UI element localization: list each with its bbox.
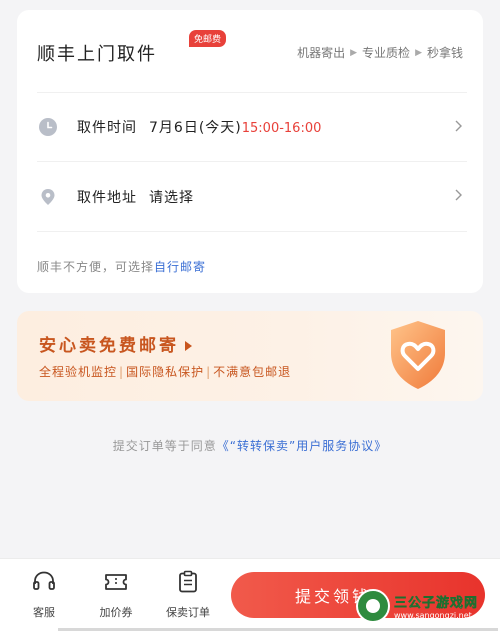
promo-feature: 国际隐私保护 xyxy=(126,365,205,379)
pickup-time-slot: 15:00-16:00 xyxy=(241,121,322,136)
location-pin-icon xyxy=(41,188,55,205)
triangle-right-icon xyxy=(185,341,192,351)
step-label: 机器寄出 xyxy=(297,46,346,60)
headset-icon xyxy=(33,571,55,590)
chevron-right-icon xyxy=(455,189,462,201)
watermark: 三公子游戏网 www.sangongzi.net xyxy=(356,585,496,627)
ticket-icon xyxy=(105,574,127,590)
promo-title: 安心卖免费邮寄 xyxy=(39,331,192,356)
pickup-time-value: 7月6日(今天)15:00-16:00 xyxy=(149,117,321,137)
step-arrow-icon: ▶ xyxy=(415,47,422,58)
pickup-header: 顺丰上门取件 免邮费 xyxy=(37,30,227,66)
step-arrow-icon: ▶ xyxy=(350,47,358,58)
promo-feature: 全程验机监控 xyxy=(39,365,118,379)
pickup-time-row[interactable]: 取件时间 7月6日(今天)15:00-16:00 xyxy=(37,92,467,162)
process-steps: 机器寄出 ▶ 专业质检 ▶ 秒拿钱 xyxy=(297,44,463,61)
watermark-url: www.sangongzi.net xyxy=(394,611,472,620)
agreement-link[interactable]: 《“转转保卖”用户服务协议》 xyxy=(217,439,387,453)
tab-orders[interactable]: 保卖订单 xyxy=(158,569,218,620)
shield-heart-icon xyxy=(391,321,445,389)
pickup-address-value: 请选择 xyxy=(149,189,194,206)
chevron-right-icon xyxy=(455,120,462,132)
tab-label: 保卖订单 xyxy=(166,606,210,619)
step-label: 专业质检 xyxy=(362,46,411,60)
clock-icon xyxy=(39,118,57,136)
free-shipping-promo-banner[interactable]: 安心卖免费邮寄 全程验机监控 | 国际隐私保护 | 不满意包邮退 xyxy=(17,311,483,401)
pickup-address-label: 取件地址 xyxy=(77,189,137,206)
watermark-logo-icon xyxy=(356,589,390,623)
bottom-action-bar: 客服 加价券 保卖订单 提交领钱 三公子游戏网 www.sangongzi.ne… xyxy=(0,558,500,631)
promo-feature: 不满意包邮退 xyxy=(213,365,292,379)
tab-label: 加价券 xyxy=(99,606,133,619)
tab-customer-service[interactable]: 客服 xyxy=(14,569,74,620)
self-ship-link[interactable]: 自行邮寄 xyxy=(154,260,206,274)
pickup-title: 顺丰上门取件 xyxy=(37,44,157,65)
tab-label: 客服 xyxy=(33,606,55,619)
pickup-card: 顺丰上门取件 免邮费 机器寄出 ▶ 专业质检 ▶ 秒拿钱 取件时间 7月6日(今… xyxy=(17,10,483,293)
watermark-title: 三公子游戏网 xyxy=(394,596,479,612)
clipboard-icon xyxy=(179,570,197,593)
step-label: 秒拿钱 xyxy=(426,46,463,60)
pickup-address-row[interactable]: 取件地址 请选择 xyxy=(37,162,467,232)
agreement-prefix: 提交订单等于同意 xyxy=(112,439,217,453)
free-shipping-badge: 免邮费 xyxy=(189,30,227,47)
self-ship-note: 顺丰不方便，可选择自行邮寄 xyxy=(37,258,206,275)
agreement-text: 提交订单等于同意《“转转保卖”用户服务协议》 xyxy=(0,437,500,454)
pickup-time-label: 取件时间 xyxy=(77,120,137,136)
self-ship-text: 顺丰不方便，可选择 xyxy=(37,260,155,274)
tab-coupon[interactable]: 加价券 xyxy=(86,569,146,620)
promo-title-text: 安心卖免费邮寄 xyxy=(39,336,179,356)
pickup-date: 7月6日(今天) xyxy=(149,120,242,136)
promo-features: 全程验机监控 | 国际隐私保护 | 不满意包邮退 xyxy=(39,365,292,379)
